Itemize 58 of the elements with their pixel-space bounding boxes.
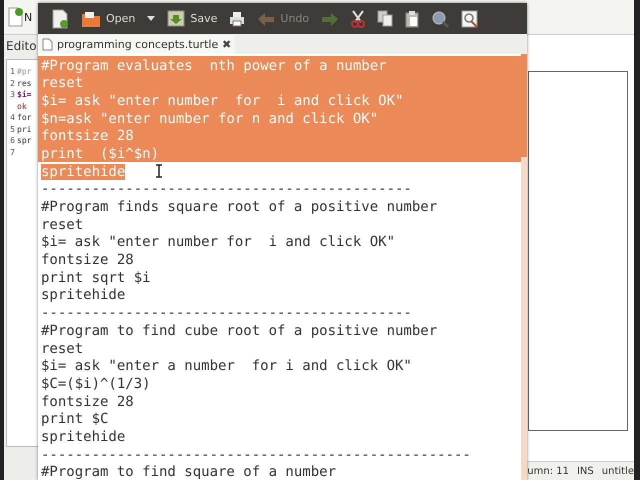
folder-icon xyxy=(81,10,101,28)
code-text: spr xyxy=(17,135,32,146)
code-line: $i= ask "enter a number for i and click OK" xyxy=(41,358,412,374)
tab-title: programming concepts.turtle xyxy=(57,38,218,50)
clipboard-icon xyxy=(405,10,420,28)
code-line: #Program finds square root of a positive number xyxy=(41,199,438,215)
line-number: 3 xyxy=(9,89,15,100)
code-text: ok xyxy=(17,100,27,112)
magnifier-icon xyxy=(431,10,450,28)
scrollbar[interactable] xyxy=(521,54,527,480)
line-number: 6 xyxy=(9,135,15,146)
new-document-icon xyxy=(7,7,23,27)
code-line: #Program to find cube root of a positive number xyxy=(41,322,438,339)
find-replace-icon xyxy=(461,10,480,28)
code-line: spritehide xyxy=(41,287,126,304)
code-line: print $C xyxy=(41,411,108,428)
close-button[interactable]: ✖ xyxy=(222,38,232,50)
caret-icon xyxy=(147,16,156,22)
insert-mode: INS xyxy=(576,466,594,476)
line-number: 5 xyxy=(9,124,15,135)
toolbar-label: N xyxy=(24,10,32,24)
code-line: spritehide xyxy=(41,428,126,445)
undo-arrow-icon xyxy=(257,12,276,26)
code-text: $i= xyxy=(17,89,32,100)
document-tab[interactable]: programming concepts.turtle ✖ xyxy=(38,34,236,54)
save-icon xyxy=(167,10,186,28)
line-number: 2 xyxy=(9,78,15,89)
document-icon xyxy=(42,38,53,50)
printer-icon xyxy=(229,10,246,27)
copy-icon xyxy=(377,10,394,28)
code-line: #Program to find square of a number xyxy=(41,464,336,480)
code-line: fontsize 28 xyxy=(41,394,134,410)
save-button[interactable]: Save xyxy=(164,8,220,30)
text-cursor-icon xyxy=(155,164,164,178)
code-line: $i= ask "enter number for i and click OK" xyxy=(41,234,396,250)
code-line: fontsize 28 xyxy=(41,252,134,268)
line-number: 4 xyxy=(9,112,15,124)
code-text: for xyxy=(17,112,32,124)
code-text: #pr xyxy=(17,66,32,78)
code-line: $C=($i)^(1/3) xyxy=(41,376,151,392)
new-document-icon xyxy=(51,8,69,29)
redo-arrow-icon xyxy=(321,12,340,26)
code-line: -------------------------------------------- xyxy=(41,181,412,198)
code-text: pri xyxy=(17,124,32,135)
panel-title: Edito xyxy=(5,39,37,53)
line-number: 7 xyxy=(9,146,15,158)
code-line: --------------------------------------------------- xyxy=(41,446,471,463)
code-line: -------------------------------------------- xyxy=(41,305,412,322)
line-number: 1 xyxy=(9,66,15,78)
file-name: untitle xyxy=(602,466,634,476)
code-line: reset xyxy=(41,340,84,356)
code-line: reset xyxy=(41,216,84,233)
code-text: res xyxy=(17,78,32,89)
open-button[interactable]: Open xyxy=(78,8,138,30)
code-line: print sqrt $i xyxy=(41,270,151,286)
cursor-position: umn: 11 xyxy=(527,466,569,476)
scissors-icon xyxy=(351,10,366,28)
scrollbar-thumb[interactable] xyxy=(521,54,527,156)
